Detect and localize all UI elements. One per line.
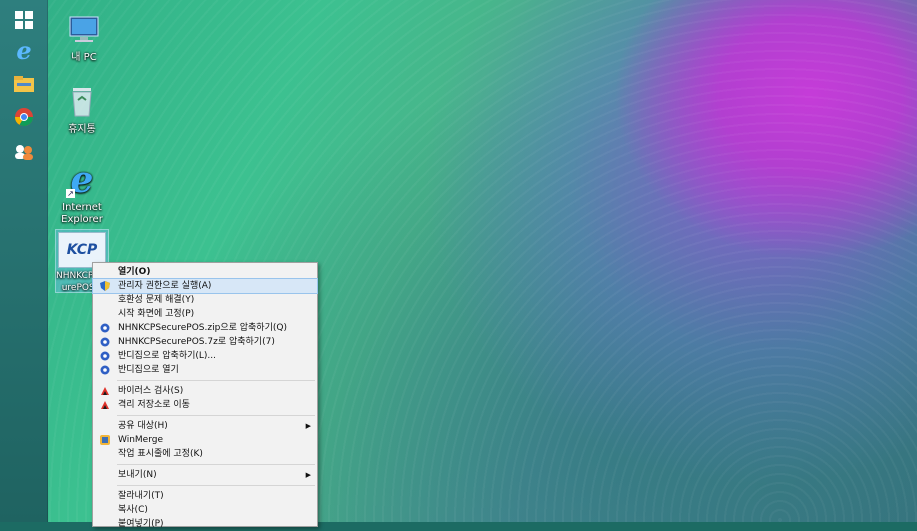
- menu-item-pin-start[interactable]: 시작 화면에 고정(P): [93, 307, 317, 321]
- menu-item-bandizip-open[interactable]: 반디집으로 열기: [93, 363, 317, 377]
- menu-item-label: WinMerge: [118, 435, 163, 445]
- menu-item-label: 호환성 문제 해결(Y): [118, 295, 195, 305]
- menu-item-label: 작업 표시줄에 고정(K): [118, 449, 203, 459]
- antivirus-icon: [101, 401, 109, 409]
- internet-explorer-icon: e ↗: [66, 159, 94, 201]
- menu-separator: [117, 415, 315, 416]
- desktop-icon-label: 내 PC: [71, 52, 97, 63]
- desktop-icon-label: Internet Explorer: [61, 202, 103, 225]
- menu-item-label: 바이러스 검사(S): [118, 386, 184, 396]
- menu-item-7z[interactable]: NHNKCPSecurePOS.7z로 압축하기(7): [93, 335, 317, 349]
- menu-item-cut[interactable]: 잘라내기(T): [93, 489, 317, 503]
- menu-item-bandizip-compress[interactable]: 반디집으로 압축하기(L)...: [93, 349, 317, 363]
- menu-item-label: 반디집으로 열기: [118, 365, 179, 375]
- desktop-icon-internet-explorer[interactable]: e ↗ Internet Explorer: [56, 160, 108, 226]
- bandizip-icon: [100, 337, 110, 347]
- bandizip-icon: [100, 323, 110, 333]
- menu-item-label: NHNKCPSecurePOS.7z로 압축하기(7): [118, 337, 275, 347]
- desktop-icon-this-pc[interactable]: 내 PC: [58, 10, 110, 64]
- menu-item-zip[interactable]: NHNKCPSecurePOS.zip으로 압축하기(Q): [93, 321, 317, 335]
- menu-item-label: 보내기(N): [118, 470, 157, 480]
- menu-item-quarantine[interactable]: 격리 저장소로 이동: [93, 398, 317, 412]
- uac-shield-icon: [100, 281, 110, 291]
- menu-separator: [117, 485, 315, 486]
- antivirus-icon: [101, 387, 109, 395]
- menu-item-virus-scan[interactable]: 바이러스 검사(S): [93, 384, 317, 398]
- menu-separator: [117, 464, 315, 465]
- winmerge-icon: [100, 435, 110, 445]
- desktop-icon-recycle-bin[interactable]: 휴지통: [56, 82, 108, 136]
- menu-item-label: 열기(O): [118, 267, 151, 277]
- menu-item-share[interactable]: 공유 대상(H) ▶: [93, 419, 317, 433]
- kcp-logo-text: KCP: [66, 242, 98, 258]
- internet-explorer-icon[interactable]: e: [9, 36, 39, 65]
- windows-start-icon[interactable]: [9, 6, 39, 34]
- menu-item-open[interactable]: 열기(O): [93, 265, 317, 279]
- menu-item-copy[interactable]: 복사(C): [93, 503, 317, 517]
- menu-item-label: 반디집으로 압축하기(L)...: [118, 351, 217, 361]
- menu-item-send-to[interactable]: 보내기(N) ▶: [93, 468, 317, 482]
- menu-item-label: 잘라내기(T): [118, 491, 164, 501]
- menu-item-label: 시작 화면에 고정(P): [118, 309, 195, 319]
- bandizip-icon: [100, 365, 110, 375]
- file-explorer-icon[interactable]: [9, 70, 39, 98]
- menu-separator: [117, 380, 315, 381]
- computer-icon: [64, 10, 104, 50]
- people-icon[interactable]: [9, 138, 39, 166]
- menu-item-label: 공유 대상(H): [118, 421, 168, 431]
- menu-item-label: 관리자 권한으로 실행(A): [118, 281, 212, 291]
- menu-item-pin-taskbar[interactable]: 작업 표시줄에 고정(K): [93, 447, 317, 461]
- context-menu: 열기(O) 관리자 권한으로 실행(A) 호환성 문제 해결(Y) 시작 화면에…: [92, 262, 318, 529]
- menu-item-run-as-admin[interactable]: 관리자 권한으로 실행(A): [92, 278, 318, 294]
- menu-item-paste[interactable]: 붙여넣기(P): [93, 517, 317, 531]
- taskbar: e: [0, 0, 48, 522]
- menu-item-winmerge[interactable]: WinMerge: [93, 433, 317, 447]
- bandizip-icon: [100, 351, 110, 361]
- recycle-bin-icon: [62, 82, 102, 122]
- desktop-icon-label: 휴지통: [68, 124, 96, 135]
- menu-item-label: 격리 저장소로 이동: [118, 400, 190, 410]
- submenu-arrow-icon: ▶: [305, 471, 311, 479]
- menu-item-label: 복사(C): [118, 505, 148, 515]
- submenu-arrow-icon: ▶: [305, 422, 311, 430]
- menu-item-label: NHNKCPSecurePOS.zip으로 압축하기(Q): [118, 323, 287, 333]
- shortcut-arrow-icon: ↗: [66, 189, 75, 198]
- menu-item-troubleshoot[interactable]: 호환성 문제 해결(Y): [93, 293, 317, 307]
- chrome-icon[interactable]: [9, 103, 39, 131]
- menu-item-label: 붙여넣기(P): [118, 519, 164, 529]
